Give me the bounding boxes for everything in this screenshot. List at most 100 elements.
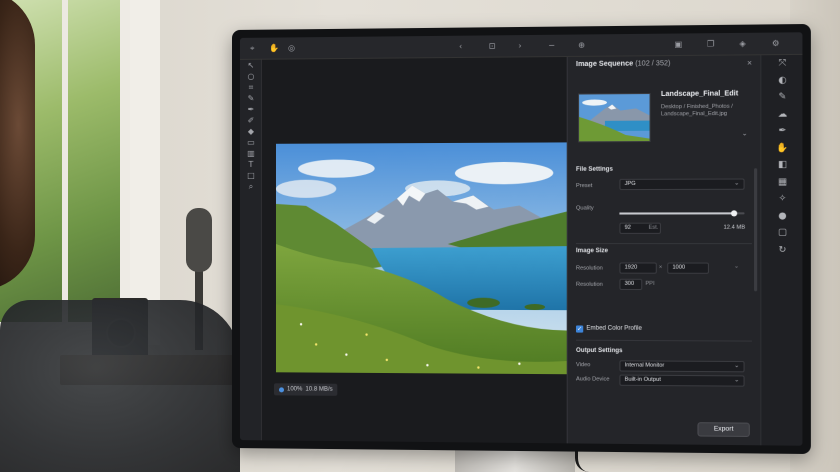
embed-profile-label: Embed Color Profile xyxy=(586,325,642,332)
brush-tool-icon[interactable]: ✎ xyxy=(240,93,262,104)
lasso-tool-icon[interactable]: ○ xyxy=(240,71,262,82)
height-field[interactable]: 1000 xyxy=(667,262,709,274)
zoom-tool-icon[interactable]: ⌕ xyxy=(240,181,262,192)
eyedropper-tool-icon[interactable]: ✐ xyxy=(240,115,262,126)
layers-icon[interactable]: ◈ xyxy=(739,39,748,48)
speed-status: 10.8 MB/s xyxy=(305,386,333,393)
hand-icon[interactable]: ✋ xyxy=(269,44,279,53)
panel-count: (102 / 352) xyxy=(635,60,671,68)
minus-icon[interactable]: − xyxy=(548,41,557,50)
audio-label: Audio Device xyxy=(575,376,610,383)
circle-icon[interactable]: ● xyxy=(761,208,802,225)
status-dot-icon xyxy=(278,386,285,392)
format-value: JPG xyxy=(624,180,636,187)
times-sign: × xyxy=(658,264,663,271)
layout-icon[interactable]: ▣ xyxy=(675,40,684,49)
expand-chevron-icon[interactable]: ⌄ xyxy=(742,129,748,137)
quality-unit: Est. xyxy=(648,224,659,231)
quality-slider-knob[interactable] xyxy=(731,210,738,217)
shape-tool-icon[interactable]: □ xyxy=(240,170,262,181)
panel-title: Image Sequence (102 / 352) xyxy=(576,60,670,68)
adjust-icon[interactable]: ◐ xyxy=(761,72,802,89)
right-toolbar: ⤧ ◐ ✎ ☁ ✒ ✋ ◧ ▦ ✧ ● ▢ ↻ xyxy=(760,54,803,446)
panel-icon[interactable]: ◧ xyxy=(761,157,802,174)
video-select[interactable]: Internal Monitor ⌄ xyxy=(619,360,745,373)
chevron-down-icon: ⌄ xyxy=(734,180,740,187)
window-frame xyxy=(130,0,160,345)
resolution-label: Resolution xyxy=(575,265,603,272)
link-chevron-icon[interactable]: ⌄ xyxy=(734,264,739,270)
chevron-down-icon: ⌄ xyxy=(734,363,740,370)
text-tool-icon[interactable]: T xyxy=(240,159,262,170)
format-select[interactable]: JPG ⌄ xyxy=(619,178,745,191)
quality-slider[interactable] xyxy=(619,210,745,217)
height-value: 1000 xyxy=(672,264,686,271)
width-field[interactable]: 1920 xyxy=(619,262,657,274)
frame-icon[interactable]: ▢ xyxy=(761,225,802,242)
wand-icon[interactable]: ✧ xyxy=(761,191,802,208)
forward-icon[interactable]: › xyxy=(518,41,527,50)
pen-tool-icon[interactable]: ✒ xyxy=(240,104,262,115)
window-controls: ▣ ❐ ◈ ⚙ xyxy=(675,39,792,49)
quality-label: Quality xyxy=(575,205,594,212)
crop-tool-icon[interactable]: ⌗ xyxy=(240,82,262,93)
move-tool-icon[interactable]: ↖ xyxy=(240,60,262,71)
select-icon[interactable]: ⌖ xyxy=(250,44,259,53)
close-icon[interactable]: × xyxy=(747,58,752,67)
width-value: 1920 xyxy=(624,264,638,271)
output-settings-heading: Output Settings xyxy=(575,347,623,355)
pen-icon[interactable]: ✒ xyxy=(761,123,802,140)
file-thumbnail[interactable] xyxy=(578,93,651,143)
zoom-icon[interactable]: ⊕ xyxy=(578,41,587,50)
panel-scrollbar[interactable] xyxy=(754,168,758,292)
fit-icon[interactable]: ⊡ xyxy=(489,41,498,50)
ppi-value: 300 xyxy=(624,280,635,287)
file-size: 12.4 MB xyxy=(723,224,746,231)
landscape-photo[interactable] xyxy=(275,142,567,375)
embed-profile-checkbox[interactable]: ✓ xyxy=(575,325,584,333)
video-value: Internal Monitor xyxy=(624,362,665,369)
person-silhouette xyxy=(0,0,35,290)
ppi-field[interactable]: 300 xyxy=(619,278,643,291)
back-icon[interactable]: ‹ xyxy=(459,42,468,51)
copy-icon[interactable]: ❐ xyxy=(707,39,716,48)
monitor: ⌖ ✋ ◎ ‹ ⊡ › − ⊕ ▣ ❐ ◈ ⚙ ↖ ○ ⌗ ✎ ✒ ✐ ◆ ▭ … xyxy=(232,23,811,455)
zoom-status: 100% xyxy=(287,386,303,393)
screen: ⌖ ✋ ◎ ‹ ⊡ › − ⊕ ▣ ❐ ◈ ⚙ ↖ ○ ⌗ ✎ ✒ ✐ ◆ ▭ … xyxy=(239,32,803,446)
chair xyxy=(0,300,240,472)
chevron-down-icon: ⌄ xyxy=(734,377,740,384)
divider xyxy=(575,339,752,342)
properties-panel: Image Sequence (102 / 352) × Landscape_F… xyxy=(566,55,761,446)
layers-icon[interactable]: ▦ xyxy=(761,174,802,191)
gradient-tool-icon[interactable]: ▥ xyxy=(240,148,262,159)
file-name: Landscape_Final_Edit xyxy=(660,90,739,99)
file-settings-heading: File Settings xyxy=(575,166,613,173)
canvas-area: 100% 10.8 MB/s xyxy=(261,57,567,444)
left-toolbar: ↖ ○ ⌗ ✎ ✒ ✐ ◆ ▭ ▥ T □ ⌕ xyxy=(239,59,262,441)
video-label: Video xyxy=(575,362,591,369)
transform-icon[interactable]: ⤧ xyxy=(761,55,802,72)
format-label: Preset xyxy=(575,183,593,190)
hand-icon[interactable]: ✋ xyxy=(761,140,802,157)
cloud-icon[interactable]: ☁ xyxy=(761,106,802,123)
eraser-tool-icon[interactable]: ▭ xyxy=(240,137,262,148)
view-controls: ‹ ⊡ › − ⊕ xyxy=(459,40,598,51)
divider xyxy=(575,243,752,245)
target-icon[interactable]: ◎ xyxy=(288,43,297,52)
refresh-icon[interactable]: ↻ xyxy=(761,242,802,259)
audio-select[interactable]: Built-in Output ⌄ xyxy=(619,374,745,387)
brush-icon[interactable]: ✎ xyxy=(761,89,802,106)
microphone xyxy=(186,208,212,272)
export-button[interactable]: Export xyxy=(697,422,750,437)
status-bar: 100% 10.8 MB/s xyxy=(273,383,338,396)
ppi-unit: PPI xyxy=(645,280,655,287)
settings-icon[interactable]: ⚙ xyxy=(772,39,781,48)
file-path: Desktop / Finished_Photos / Landscape_Fi… xyxy=(660,103,733,118)
stamp-tool-icon[interactable]: ◆ xyxy=(240,126,262,137)
quality-slider-fill xyxy=(619,212,735,215)
image-size-heading: Image Size xyxy=(575,248,609,255)
ppi-label: Resolution xyxy=(575,281,603,288)
panel-title-text: Image Sequence xyxy=(575,60,634,69)
quality-value: 92 xyxy=(624,224,631,231)
audio-value: Built-in Output xyxy=(624,376,661,384)
